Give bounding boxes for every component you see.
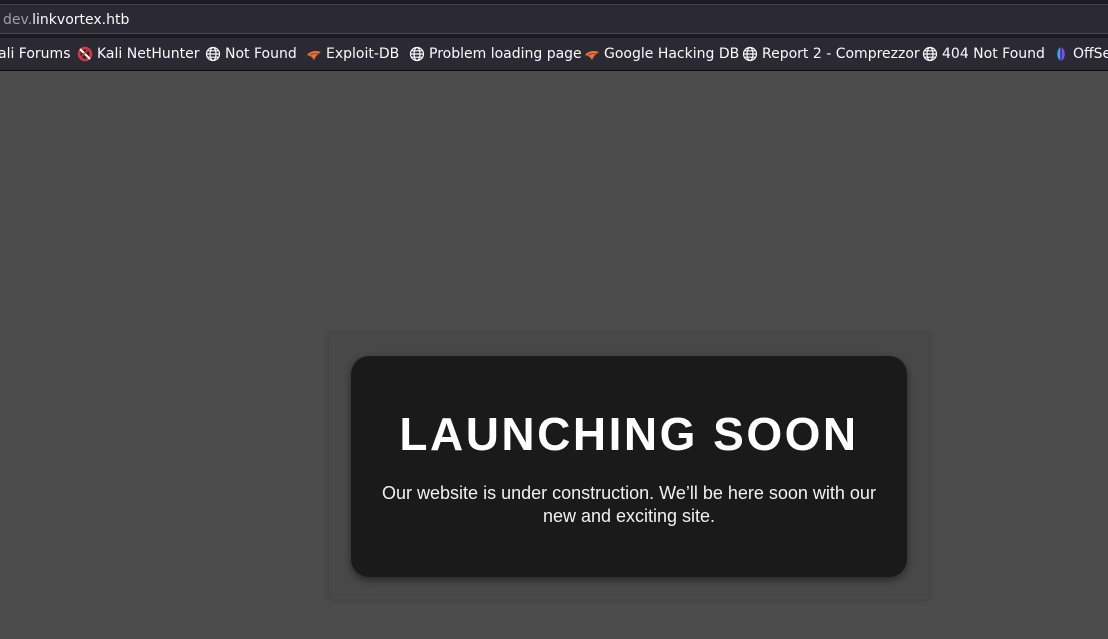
bookmark-label: Not Found: [225, 46, 297, 62]
bookmark-label: Kali NetHunter: [97, 46, 200, 62]
page-content: LAUNCHING SOON Our website is under cons…: [0, 71, 1108, 639]
url-host: linkvortex.htb: [32, 12, 130, 28]
construction-message: Our website is under construction. We’ll…: [382, 483, 876, 526]
bookmark-label: 404 Not Found: [942, 46, 1045, 62]
offsec-icon: [1053, 46, 1069, 62]
bookmark-label: OffSe: [1073, 46, 1108, 62]
url-text[interactable]: dev.linkvortex.htb: [3, 11, 129, 29]
bookmark-label: Report 2 - Comprezzor: [762, 46, 920, 62]
exploit-db-icon: [584, 46, 600, 62]
bookmark-label: Problem loading page: [429, 46, 582, 62]
bookmark-offsec[interactable]: OffSe: [1053, 38, 1108, 70]
card-container: LAUNCHING SOON Our website is under cons…: [329, 334, 929, 599]
bookmark-kali-forums[interactable]: ali Forums: [0, 38, 71, 70]
globe-icon: [409, 46, 425, 62]
bookmarks-toolbar: ali Forums Kali NetHunter Not Found Expl…: [0, 38, 1108, 71]
globe-icon: [205, 46, 221, 62]
url-subdomain: dev.: [3, 12, 33, 28]
bookmark-label: Google Hacking DB: [604, 46, 740, 62]
globe-icon: [922, 46, 938, 62]
globe-icon: [742, 46, 758, 62]
bookmark-report-2-comprezzor[interactable]: Report 2 - Comprezzor: [742, 38, 920, 70]
browser-toolbar: dev.linkvortex.htb: [0, 0, 1108, 38]
bookmark-not-found[interactable]: Not Found: [205, 38, 297, 70]
page-title: LAUNCHING SOON: [399, 408, 859, 460]
bookmark-exploit-db[interactable]: Exploit-DB: [306, 38, 399, 70]
launch-card: LAUNCHING SOON Our website is under cons…: [351, 356, 907, 577]
exploit-db-icon: [306, 46, 322, 62]
kali-nethunter-icon: [77, 46, 93, 62]
bookmark-404-not-found[interactable]: 404 Not Found: [922, 38, 1045, 70]
bookmark-label: ali Forums: [0, 46, 71, 62]
bookmark-problem-loading-page[interactable]: Problem loading page: [409, 38, 582, 70]
bookmark-label: Exploit-DB: [326, 46, 400, 62]
bookmark-kali-nethunter[interactable]: Kali NetHunter: [77, 38, 199, 70]
bookmark-google-hacking-db[interactable]: Google Hacking DB: [584, 38, 739, 70]
address-bar[interactable]: dev.linkvortex.htb: [0, 4, 1108, 34]
